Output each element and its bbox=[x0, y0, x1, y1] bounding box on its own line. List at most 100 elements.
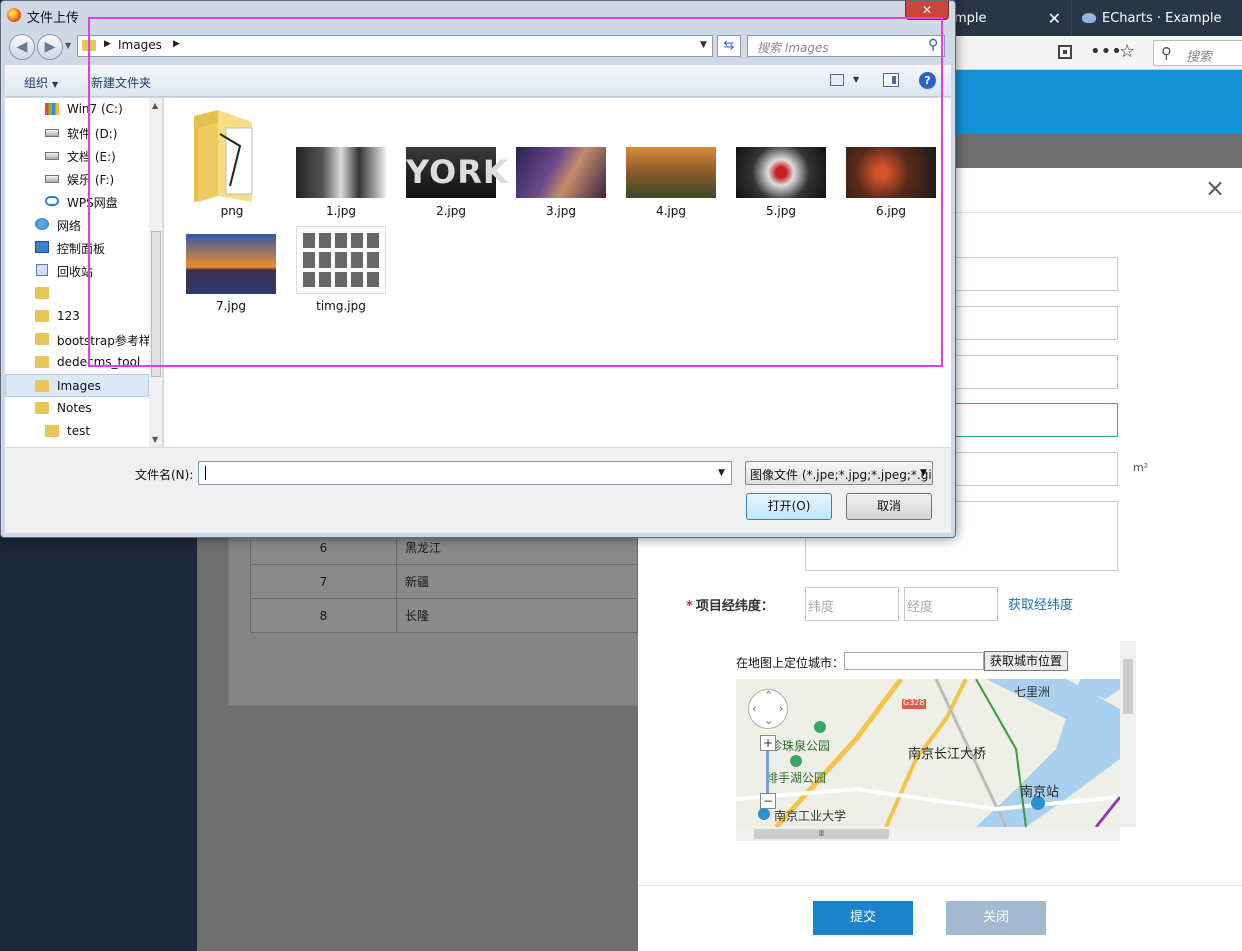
nav-item-label: 网络 bbox=[57, 219, 82, 233]
filetype-select[interactable]: 图像文件 (*.jpe;*.jpg;*.jpeg;*.gif ▼ bbox=[745, 461, 933, 485]
map-vertical-scrollbar[interactable] bbox=[1120, 641, 1136, 827]
map-city-button[interactable]: 获取城市位置 bbox=[984, 651, 1068, 671]
map-city-input[interactable] bbox=[844, 652, 984, 670]
submit-button[interactable]: 提交 bbox=[813, 901, 913, 935]
more-dots-icon[interactable]: ••• bbox=[1090, 41, 1122, 62]
zoom-out-button[interactable]: − bbox=[760, 793, 776, 809]
coord-label: * 项目经纬度： bbox=[686, 595, 774, 614]
nav-item-drive-e[interactable]: 文档 (E:) bbox=[5, 144, 149, 167]
dialog-search-input[interactable]: 搜索 Images ⚲ bbox=[747, 35, 945, 57]
filename-dropdown-icon[interactable]: ▼ bbox=[718, 468, 725, 478]
scrollbar-thumb[interactable] bbox=[151, 231, 161, 377]
form-field-2[interactable] bbox=[954, 306, 1118, 340]
breadcrumb-images[interactable]: Images bbox=[118, 38, 162, 52]
nav-item-recycle-bin[interactable]: 回收站 bbox=[5, 259, 149, 282]
address-bar[interactable]: ▶ Images ▶ ▼ bbox=[77, 35, 713, 57]
nav-item-drive-c[interactable]: Win7 (C:) bbox=[5, 98, 149, 121]
map-canvas[interactable]: 七里洲 G328 珍珠泉公园 南京长江大桥 绯手湖公园 南京站 南京工业大学 ⌃… bbox=[736, 679, 1120, 827]
file-item-timg[interactable]: timg.jpg bbox=[295, 226, 387, 314]
folder-icon bbox=[82, 40, 96, 51]
nav-item-drive-f[interactable]: 娱乐 (F:) bbox=[5, 167, 149, 190]
form-field-3[interactable] bbox=[954, 355, 1118, 389]
close-button[interactable]: 关闭 bbox=[946, 901, 1046, 935]
organize-menu[interactable]: 组织 ▼ bbox=[24, 74, 58, 91]
help-icon[interactable]: ? bbox=[919, 72, 936, 89]
nav-item-control-panel[interactable]: 控制面板 bbox=[5, 236, 149, 259]
tab-close-icon[interactable]: ✕ bbox=[1048, 9, 1061, 28]
file-name: 4.jpg bbox=[655, 204, 687, 218]
map-place-label: 南京站 bbox=[1020, 785, 1060, 800]
back-button[interactable]: ◀ bbox=[9, 34, 35, 60]
area-input[interactable] bbox=[954, 452, 1118, 486]
view-dropdown-icon[interactable]: ▼ bbox=[853, 75, 859, 84]
pan-up-icon[interactable]: ⌃ bbox=[764, 689, 773, 702]
nav-item-123[interactable]: 123 bbox=[5, 305, 149, 328]
longitude-input[interactable]: 经度 bbox=[904, 587, 998, 621]
pan-down-icon[interactable]: ⌄ bbox=[764, 714, 773, 727]
pan-right-icon[interactable]: › bbox=[779, 702, 783, 715]
address-dropdown-icon[interactable]: ▼ bbox=[700, 40, 707, 50]
folder-icon bbox=[45, 425, 59, 437]
qr-code-icon[interactable] bbox=[1058, 45, 1072, 59]
view-mode-icon[interactable] bbox=[830, 74, 844, 86]
nav-item-images[interactable]: Images bbox=[5, 374, 149, 397]
open-button[interactable]: 打开(O) bbox=[746, 493, 832, 520]
nav-item-drive-d[interactable]: 软件 (D:) bbox=[5, 121, 149, 144]
scrollbar-thumb[interactable] bbox=[1123, 659, 1133, 714]
map-horizontal-scrollbar[interactable]: Ⅲ bbox=[736, 827, 1120, 841]
nav-item-label: test bbox=[67, 424, 91, 438]
file-item-6[interactable]: 6.jpg bbox=[845, 147, 937, 221]
pan-left-icon[interactable]: ‹ bbox=[752, 702, 756, 715]
file-item-7[interactable]: 7.jpg bbox=[185, 234, 277, 314]
recent-locations-dropdown-icon[interactable]: ▼ bbox=[65, 41, 71, 50]
preview-pane-icon[interactable] bbox=[883, 73, 899, 87]
browser-search-input[interactable]: ⚲ 搜索 bbox=[1153, 40, 1242, 66]
nav-item-network[interactable]: 网络 bbox=[5, 213, 149, 236]
browser-tab-echarts[interactable]: ECharts · Example bbox=[1071, 0, 1242, 36]
map-place-label: G328 bbox=[903, 698, 925, 707]
file-item-1[interactable]: 1.jpg bbox=[295, 147, 387, 221]
star-icon[interactable]: ☆ bbox=[1119, 41, 1135, 62]
file-item-5[interactable]: 5.jpg bbox=[735, 147, 827, 221]
scroll-down-icon[interactable]: ▼ bbox=[152, 435, 158, 444]
nav-item-wps[interactable]: WPS网盘 bbox=[5, 190, 149, 213]
latitude-input[interactable]: 纬度 bbox=[805, 587, 899, 621]
echarts-favicon-icon bbox=[1082, 13, 1096, 23]
modal-close-icon[interactable]: × bbox=[1205, 174, 1225, 202]
refresh-button[interactable]: ⇆ bbox=[717, 35, 741, 57]
map-pan-control[interactable]: ⌃ ‹ › ⌄ bbox=[748, 689, 788, 729]
nav-item-test[interactable]: test bbox=[5, 420, 149, 443]
scrollbar-thumb[interactable]: Ⅲ bbox=[754, 829, 889, 839]
navigation-pane: Win7 (C:) 软件 (D:) 文档 (E:) 娱乐 (F:) WPS网盘 … bbox=[5, 98, 163, 447]
nav-item-notes[interactable]: Notes bbox=[5, 397, 149, 420]
folder-icon bbox=[35, 287, 49, 299]
filename-input[interactable]: ▼ bbox=[198, 461, 732, 485]
breadcrumb-chevron-icon[interactable]: ▶ bbox=[104, 39, 111, 49]
zoom-slider[interactable] bbox=[766, 751, 769, 797]
zoom-in-button[interactable]: + bbox=[760, 735, 776, 751]
table-row: 8 长隆 bbox=[250, 598, 638, 633]
table-cell-id: 8 bbox=[250, 598, 397, 633]
form-field-1[interactable] bbox=[954, 257, 1118, 291]
scroll-up-icon[interactable]: ▲ bbox=[152, 101, 158, 110]
file-item-2[interactable]: YORK 2.jpg bbox=[405, 147, 508, 221]
file-name: 1.jpg bbox=[325, 204, 357, 218]
file-item-png[interactable]: png bbox=[186, 106, 278, 221]
coord-label-text: 项目经纬度： bbox=[695, 599, 774, 614]
nav-scrollbar[interactable]: ▲ ▼ bbox=[149, 98, 162, 447]
file-item-4[interactable]: 4.jpg bbox=[625, 147, 717, 221]
drive-icon bbox=[45, 175, 59, 183]
cancel-button[interactable]: 取消 bbox=[846, 493, 932, 520]
form-field-4[interactable] bbox=[954, 403, 1118, 437]
nav-item-dedecms[interactable]: dedecms_tool bbox=[5, 351, 149, 374]
new-folder-button[interactable]: 新建文件夹 bbox=[91, 74, 151, 91]
forward-button[interactable]: ▶ bbox=[37, 34, 63, 60]
network-icon bbox=[35, 218, 49, 230]
control-panel-icon bbox=[35, 241, 49, 253]
dialog-close-button[interactable]: ✕ bbox=[905, 1, 949, 20]
breadcrumb-chevron-icon[interactable]: ▶ bbox=[173, 39, 180, 49]
nav-item-folder[interactable] bbox=[5, 282, 149, 305]
nav-item-bootstrap[interactable]: bootstrap参考样 bbox=[5, 328, 149, 351]
file-item-3[interactable]: 3.jpg bbox=[515, 147, 607, 221]
get-coord-link[interactable]: 获取经纬度 bbox=[1008, 594, 1073, 613]
